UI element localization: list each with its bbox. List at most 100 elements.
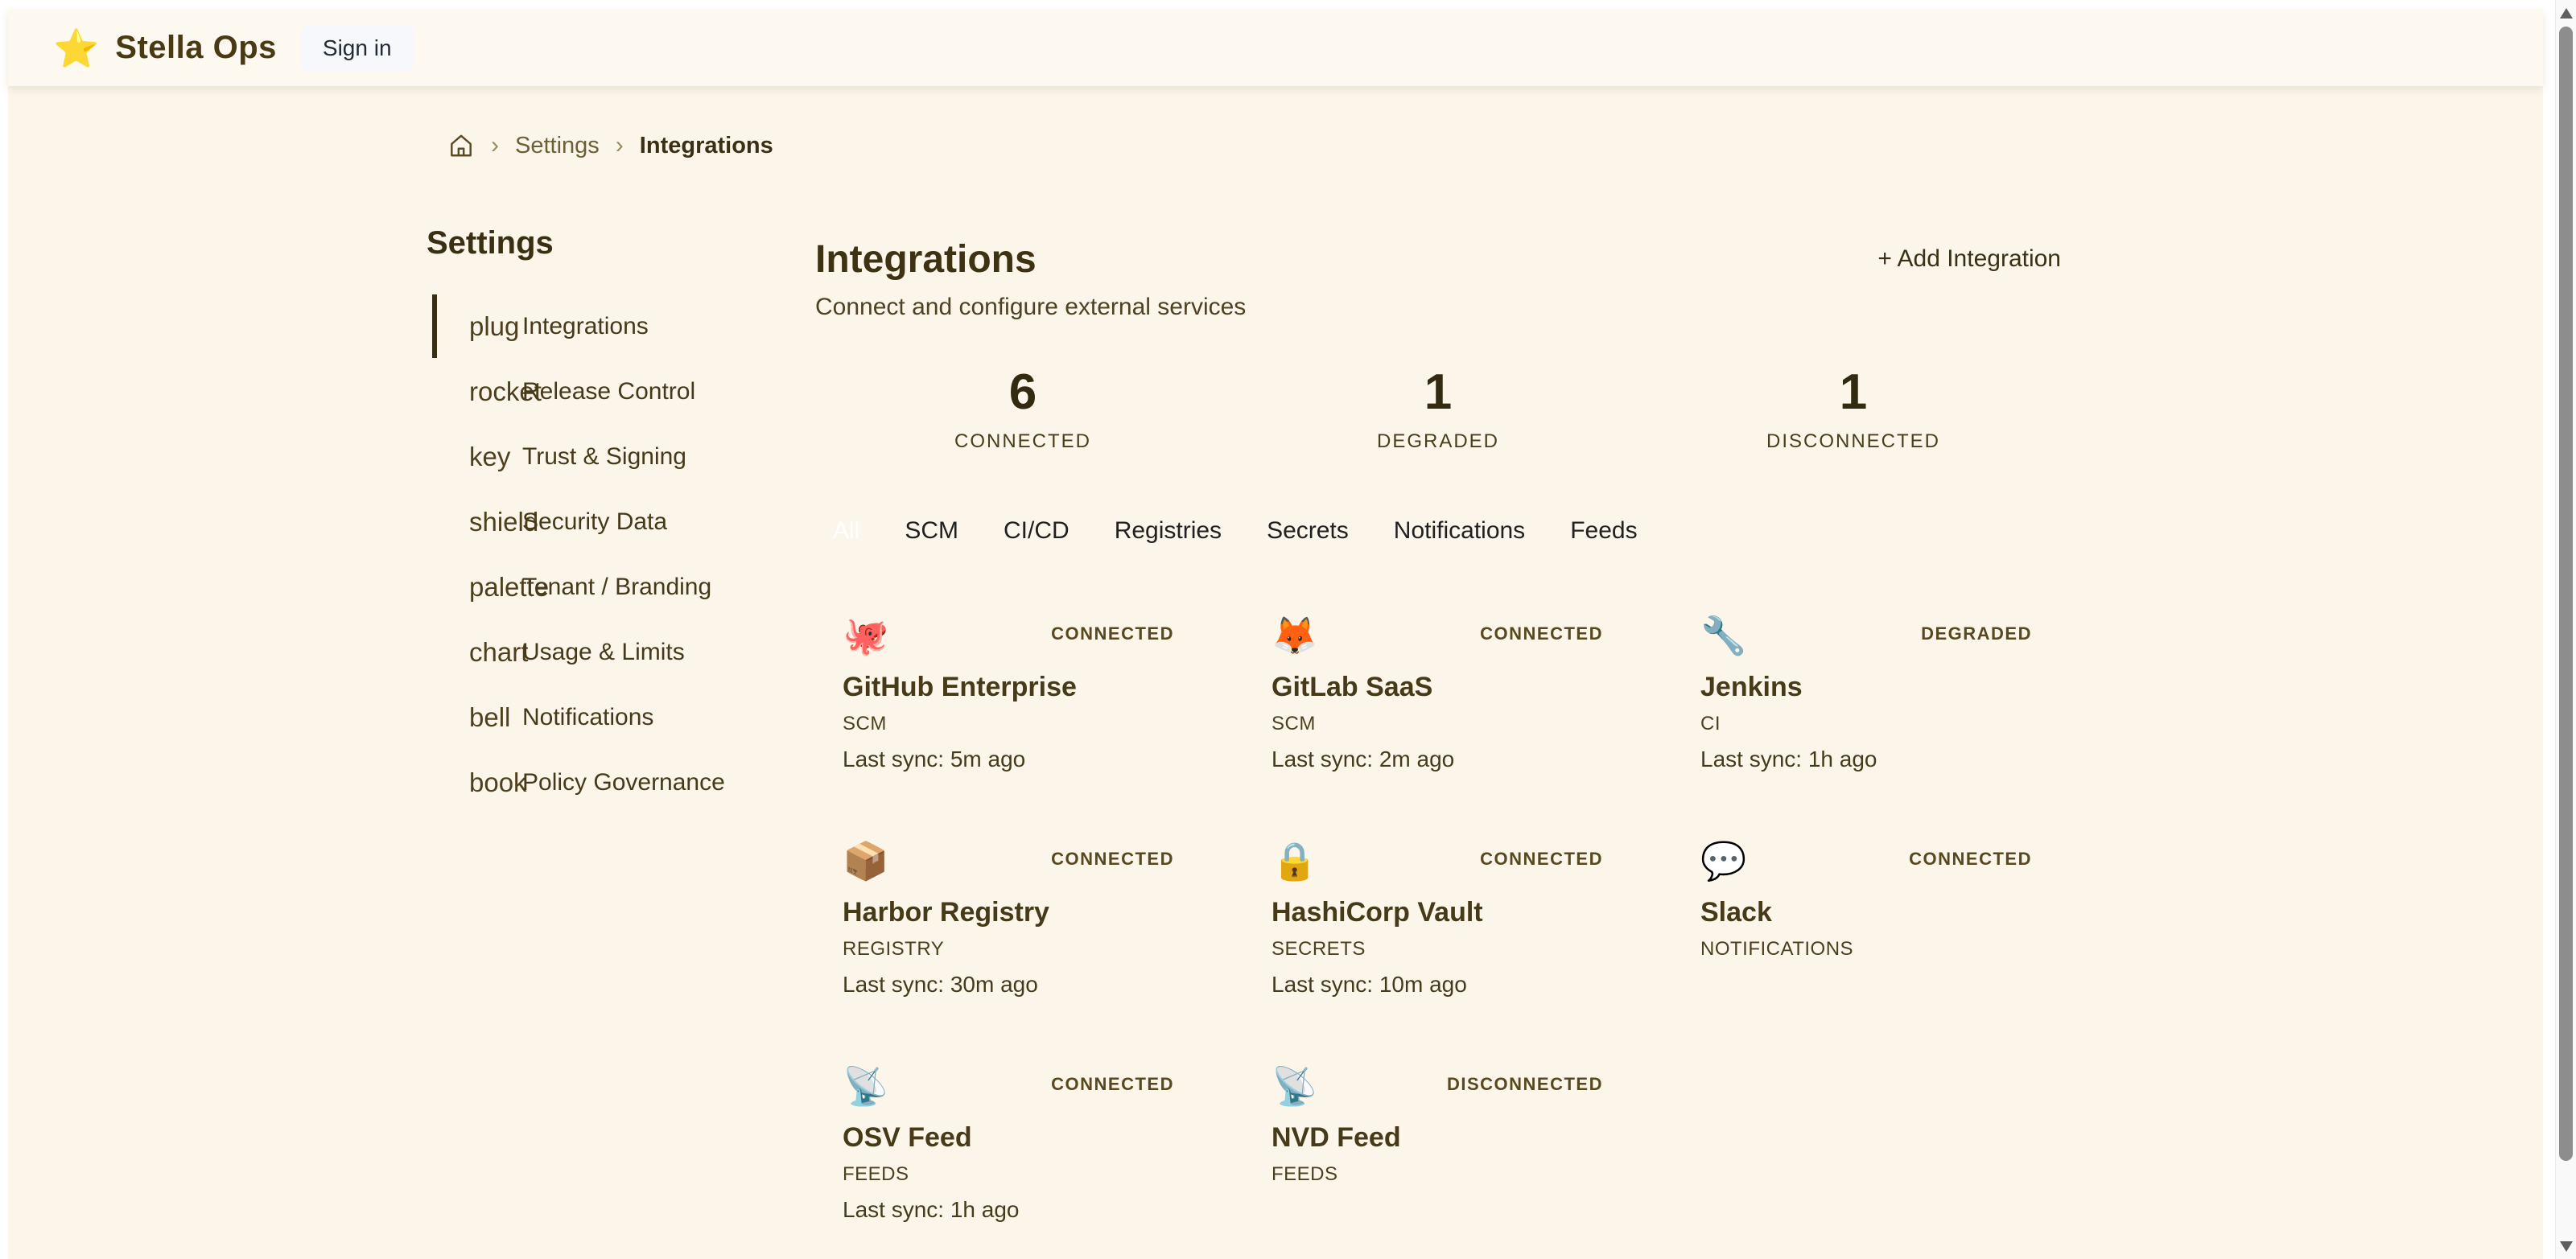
integration-type: FEEDS [1272,1163,1647,1186]
integration-type: FEEDS [843,1163,1218,1186]
sidebar-item-label: Policy Governance [522,769,725,796]
sidebar-item-label: Trust & Signing [522,443,686,471]
satellite-icon: 📡 [1272,1066,1317,1106]
category-tabs: All SCM CI/CD Registries Secrets Notification… [815,517,2061,545]
breadcrumb-settings-link[interactable]: Settings [515,133,600,159]
breadcrumb: › Settings › Integrations [447,132,773,159]
status-badge: DISCONNECTED [1447,1074,1603,1095]
satellite-icon: 📡 [843,1066,888,1106]
status-badge: CONNECTED [1480,623,1603,644]
stat-connected: 6CONNECTED [815,368,1230,453]
integration-card-jenkins[interactable]: 🔧DEGRADEDJenkinsCILast sync: 1h ago [1673,615,2076,772]
integrations-main: Integrations Connect and configure exter… [815,237,2061,1223]
stat-label: CONNECTED [815,430,1230,453]
integration-name: GitLab SaaS [1272,671,1647,703]
breadcrumb-separator: › [616,132,624,159]
integration-card-hashicorp-vault[interactable]: 🔒 CONNECTED HashiCorp Vault SECRETS Last syn… [1244,841,1647,998]
sidebar-item-label: Notifications [522,704,653,731]
scrollbar-down-arrow-icon[interactable] [2560,1241,2573,1252]
sidebar-item-usage-limits[interactable]: chart Usage & Limits [427,619,813,685]
palette-icon: palette [469,572,505,603]
integration-name: NVD Feed [1272,1121,1647,1154]
main-header: Integrations Connect and configure exter… [815,237,2061,321]
bell-icon: bell [469,702,505,733]
sidebar-item-label: Usage & Limits [522,639,685,666]
fox-icon: 🦊 [1272,615,1317,656]
integration-cards-grid: 🐙 CONNECTED GitHub Enterprise SCM Last sync:… [815,615,2061,1223]
last-sync-text [1700,972,2076,998]
status-badge: CONNECTED [1480,849,1603,870]
sidebar-item-policy-governance[interactable]: book Policy Governance [427,750,813,815]
integration-type: SCM [1272,713,1647,735]
integration-card-gitlab-saas[interactable]: 🦊 CONNECTED GitLab SaaS SCM Last sync: 2m ag… [1244,615,1647,772]
tab-all[interactable]: All [833,517,859,545]
top-bar: ⭐ Stella Ops Sign in [8,10,2543,86]
sidebar-nav-list: plug Integrations rocket Release Control key… [427,294,813,815]
stat-label: DISCONNECTED [1646,430,2061,453]
integration-card-github-enterprise[interactable]: 🐙CONNECTEDGitHub EnterpriseSCMLast sync:… [815,615,1218,772]
stella-ops-logo-icon: ⭐ [53,30,99,67]
chart-icon: chart [469,637,505,668]
sidebar-item-release-control[interactable]: rocket Release Control [427,359,813,424]
home-icon[interactable] [447,132,475,159]
status-badge: CONNECTED [1909,849,2032,870]
sidebar-item-tenant-branding[interactable]: paletteTenant / Branding [427,554,813,619]
tab-scm[interactable]: SCM [905,517,958,545]
rocket-icon: rocket [469,376,505,407]
lock-icon: 🔒 [1272,841,1317,881]
sign-in-button[interactable]: Sign in [301,25,414,72]
integration-type: REGISTRY [843,938,1218,961]
book-icon: book [469,767,505,798]
integration-name: Harbor Registry [843,896,1218,928]
status-badge: CONNECTED [1051,849,1174,870]
settings-sidebar: Settings plug Integrations rocket Release C… [427,224,813,815]
tab-feeds[interactable]: Feeds [1570,517,1637,545]
tab-notifications[interactable]: Notifications [1394,517,1525,545]
last-sync-text: Last sync: 30m ago [843,972,1218,998]
integration-card-harbor-registry[interactable]: 📦 CONNECTED Harbor Registry REGISTRY Last sy… [815,841,1218,998]
last-sync-text: Last sync: 2m ago [1272,747,1647,772]
tab-registries[interactable]: Registries [1115,517,1222,545]
last-sync-text: Last sync: 10m ago [1272,972,1647,998]
tab-ci-cd[interactable]: CI/CD [1004,517,1070,545]
integration-type: SECRETS [1272,938,1647,961]
main-header-text: Integrations Connect and configure exter… [815,237,1246,321]
status-badge: CONNECTED [1051,1074,1174,1095]
integration-type: CI [1700,713,2076,735]
sidebar-item-label: Release Control [522,378,695,405]
last-sync-text: Last sync: 1h ago [1700,747,2076,772]
integration-name: OSV Feed [843,1121,1218,1154]
integration-card-slack[interactable]: 💬CONNECTEDSlackNOTIFICATIONS [1673,841,2076,998]
last-sync-text: Last sync: 1h ago [843,1197,1218,1223]
page-subtitle: Connect and configure external services [815,294,1246,321]
stat-disconnected: 1 DISCONNECTED [1646,368,2061,453]
integration-name: GitHub Enterprise [843,671,1218,703]
sidebar-item-trust-signing[interactable]: keyTrust & Signing [427,424,813,489]
integration-type: SCM [843,713,1218,735]
integration-card-osv-feed[interactable]: 📡 CONNECTED OSV Feed FEEDS Last sync: 1h ago [815,1066,1218,1223]
sidebar-item-label: Integrations [522,313,649,340]
speech-balloon-icon: 💬 [1700,841,1746,881]
sidebar-item-integrations[interactable]: plug Integrations [427,294,813,359]
stat-value: 1 [1230,368,1646,418]
status-summary: 6CONNECTED1DEGRADED1DISCONNECTED [815,368,2061,453]
integration-card-nvd-feed[interactable]: 📡 DISCONNECTED NVD Feed FEEDS [1244,1066,1647,1223]
stat-degraded: 1DEGRADED [1230,368,1646,453]
add-integration-button[interactable]: + Add Integration [1877,245,2061,273]
page-title: Integrations [815,237,1246,282]
plug-icon: plug [469,311,505,342]
vertical-scrollbar[interactable] [2555,0,2576,1259]
sidebar-title: Settings [427,224,813,262]
package-icon: 📦 [843,841,888,881]
sidebar-item-security-data[interactable]: shieldSecurity Data [427,489,813,554]
status-badge: CONNECTED [1051,623,1174,644]
octopus-icon: 🐙 [843,615,888,656]
integration-name: HashiCorp Vault [1272,896,1647,928]
sidebar-item-notifications[interactable]: bell Notifications [427,685,813,750]
tab-secrets[interactable]: Secrets [1267,517,1349,545]
scrollbar-up-arrow-icon[interactable] [2560,8,2573,19]
scrollbar-thumb[interactable] [2559,27,2573,1161]
sidebar-item-label: Security Data [522,508,667,536]
stat-value: 1 [1646,368,2061,418]
integration-name: Jenkins [1700,671,2076,703]
